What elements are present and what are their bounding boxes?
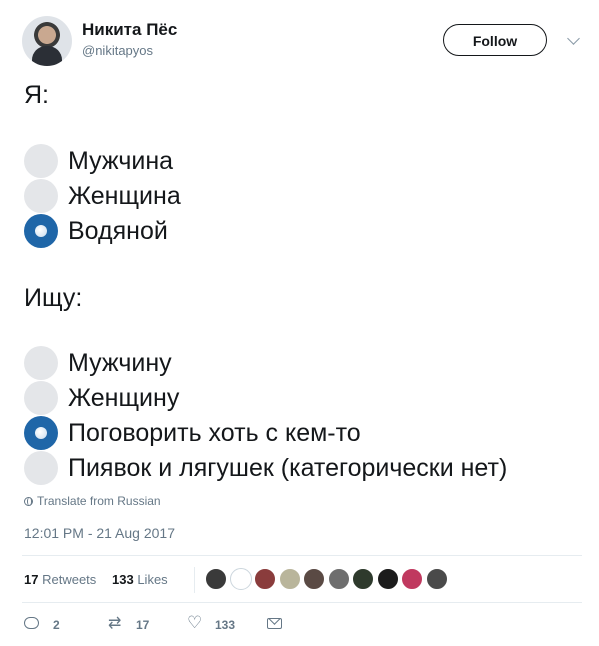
option-label: Пиявок и лягушек (категорически нет): [68, 454, 508, 482]
retweet-icon: ⇄: [108, 615, 122, 632]
option-label: Женщина: [68, 182, 181, 210]
tweet-header: Никита Пёс @nikitapyos Follow: [22, 16, 582, 66]
divider: [22, 602, 582, 603]
author-handle[interactable]: @nikitapyos: [82, 43, 153, 58]
author-display-name[interactable]: Никита Пёс: [82, 20, 177, 40]
chevron-down-icon[interactable]: [567, 32, 580, 45]
radio-unchecked-icon: [24, 451, 58, 485]
liker-avatar[interactable]: [327, 568, 350, 590]
radio-unchecked-icon: [24, 346, 58, 380]
retweets-label: Retweets: [42, 572, 97, 587]
retweets-stat[interactable]: 17 Retweets: [24, 572, 96, 587]
avatar[interactable]: [22, 16, 72, 66]
divider: [22, 555, 582, 556]
option-label: Мужчину: [68, 349, 172, 377]
translate-label: Translate from Russian: [37, 494, 161, 508]
reply-icon: [24, 617, 39, 629]
option-label: Мужчина: [68, 147, 174, 175]
liker-avatar[interactable]: [352, 568, 374, 590]
option-label: Поговорить хоть с кем-то: [68, 419, 361, 447]
liker-avatar[interactable]: [376, 568, 399, 590]
translate-link[interactable]: Translate from Russian: [24, 494, 161, 508]
liker-avatar[interactable]: [254, 568, 276, 590]
likes-stat[interactable]: 133 Likes: [112, 572, 168, 587]
retweets-count: 17: [24, 572, 39, 587]
envelope-icon: [267, 618, 282, 629]
option-label: Женщину: [68, 384, 180, 412]
liker-avatar[interactable]: [229, 568, 252, 590]
heart-icon: ♡: [187, 613, 203, 632]
like-count: 133: [215, 618, 236, 632]
radio-unchecked-icon: [24, 144, 58, 178]
tweet-heading-1: Я:: [24, 81, 49, 109]
tweet-heading-2: Ищу:: [24, 284, 83, 312]
retweet-count: 17: [136, 618, 150, 632]
reply-count: 2: [53, 618, 60, 632]
liker-avatar[interactable]: [278, 568, 301, 590]
radio-checked-icon: [24, 214, 58, 248]
likes-label: Likes: [137, 572, 168, 587]
likes-count: 133: [112, 572, 134, 587]
liker-avatar[interactable]: [425, 568, 448, 590]
radio-checked-icon: [24, 416, 58, 450]
radio-unchecked-icon: [24, 179, 58, 213]
liker-avatar[interactable]: [205, 568, 227, 590]
globe-icon: [24, 497, 33, 506]
option-label: Водяной: [68, 217, 168, 245]
liker-avatar[interactable]: [303, 568, 325, 590]
follow-button[interactable]: Follow: [443, 24, 547, 56]
stats-separator: [194, 567, 195, 593]
liker-avatar[interactable]: [401, 568, 423, 590]
tweet-timestamp[interactable]: 12:01 PM - 21 Aug 2017: [24, 525, 175, 541]
radio-unchecked-icon: [24, 381, 58, 415]
